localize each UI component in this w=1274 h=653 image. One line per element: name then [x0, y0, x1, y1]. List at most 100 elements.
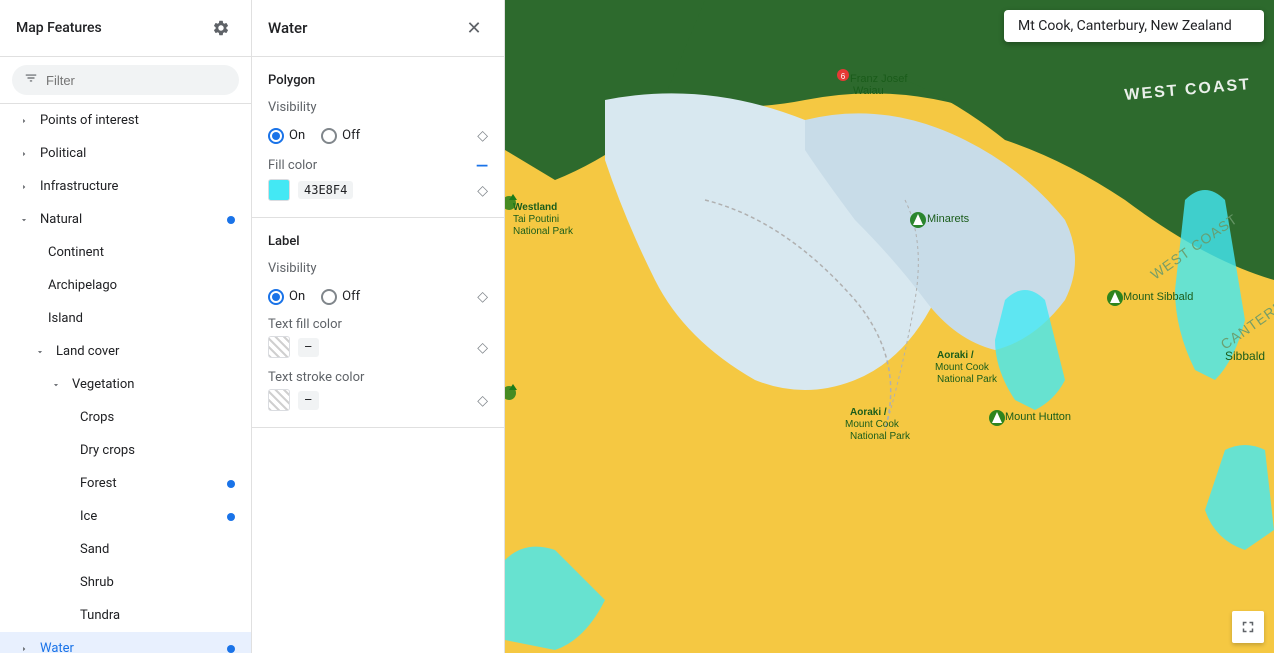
close-button[interactable]: ✕ [460, 14, 488, 42]
sidebar-item-vegetation[interactable]: Vegetation [0, 368, 251, 401]
panel-header: Water ✕ [252, 0, 504, 57]
label-visibility-diamond[interactable]: ◇ [477, 288, 488, 305]
filter-bar [0, 57, 251, 104]
svg-text:Mount Sibbald: Mount Sibbald [1123, 291, 1193, 303]
nav-list: Points of interest Political Infrastructur… [0, 104, 251, 653]
text-fill-color-diamond[interactable]: ◇ [477, 339, 488, 356]
svg-text:National Park: National Park [937, 374, 998, 385]
sidebar-item-continent[interactable]: Continent [0, 236, 251, 269]
panel-title: Water [268, 19, 307, 37]
sidebar-item-points-of-interest[interactable]: Points of interest [0, 104, 251, 137]
sidebar-item-label: Water [40, 641, 74, 653]
sidebar-item-tundra[interactable]: Tundra [0, 599, 251, 632]
svg-text:Mount Cook: Mount Cook [935, 362, 990, 373]
label-visibility-label: Visibility [268, 261, 317, 276]
svg-text:6: 6 [841, 72, 846, 81]
svg-text:Minarets: Minarets [927, 213, 970, 225]
sidebar-item-water[interactable]: Water [0, 632, 251, 653]
polygon-section: Polygon Visibility On Off ◇ Fill color — [252, 57, 504, 218]
fill-color-value: 43E8F4 [298, 181, 353, 199]
modified-dot [227, 513, 235, 521]
fill-color-row[interactable]: 43E8F4 [268, 179, 353, 201]
svg-text:Mount Hutton: Mount Hutton [1005, 411, 1071, 423]
sidebar-item-label: Archipelago [48, 278, 117, 293]
map-search-box: Mt Cook, Canterbury, New Zealand [1004, 10, 1264, 42]
label-section: Label Visibility On Off ◇ Text fill colo… [252, 218, 504, 428]
map-canvas: WEST COAST CANTERBURY WEST COAST CANTERB… [505, 0, 1274, 653]
chevron-right-icon [16, 182, 32, 192]
settings-button[interactable] [207, 14, 235, 42]
label-visibility-row: Visibility [268, 261, 488, 276]
svg-text:Tai Poutini: Tai Poutini [513, 214, 559, 225]
text-stroke-color-diamond[interactable]: ◇ [477, 392, 488, 409]
label-off-radio[interactable] [321, 289, 337, 305]
sidebar-item-archipelago[interactable]: Archipelago [0, 269, 251, 302]
fill-color-diamond[interactable]: ◇ [477, 182, 488, 199]
chevron-down-icon [32, 347, 48, 357]
properties-panel: Water ✕ Polygon Visibility On Off ◇ Fill… [252, 0, 505, 653]
sidebar-item-label: Continent [48, 245, 104, 260]
polygon-on-option[interactable]: On [268, 128, 305, 144]
sidebar-item-label: Ice [80, 509, 97, 524]
sidebar-item-sand[interactable]: Sand [0, 533, 251, 566]
sidebar-item-label: Sand [80, 542, 109, 557]
polygon-visibility-row: Visibility [268, 100, 488, 115]
sidebar-title: Map Features [16, 20, 102, 36]
sidebar-item-natural[interactable]: Natural [0, 203, 251, 236]
filter-input-wrap[interactable] [12, 65, 239, 95]
sidebar-item-land-cover[interactable]: Land cover [0, 335, 251, 368]
chevron-right-icon [16, 116, 32, 126]
text-stroke-color-value: – [298, 391, 319, 410]
fill-color-swatch[interactable] [268, 179, 290, 201]
chevron-down-icon [48, 380, 64, 390]
text-fill-color-row[interactable]: – [268, 336, 319, 358]
label-off-option[interactable]: Off [321, 289, 360, 305]
sidebar-item-shrub[interactable]: Shrub [0, 566, 251, 599]
label-on-radio[interactable] [268, 289, 284, 305]
polygon-visibility-diamond[interactable]: ◇ [477, 127, 488, 144]
chevron-down-icon [16, 215, 32, 225]
filter-icon [24, 71, 38, 89]
map-area[interactable]: WEST COAST CANTERBURY WEST COAST CANTERB… [505, 0, 1274, 653]
polygon-off-radio[interactable] [321, 128, 337, 144]
sidebar-item-political[interactable]: Political [0, 137, 251, 170]
text-fill-color-value: – [298, 338, 319, 357]
sidebar-item-label: Land cover [56, 344, 119, 359]
sidebar-item-dry-crops[interactable]: Dry crops [0, 434, 251, 467]
map-search-text: Mt Cook, Canterbury, New Zealand [1018, 18, 1232, 34]
sidebar-item-label: Forest [80, 476, 117, 491]
label-visibility-options: On Off [268, 289, 360, 305]
modified-dot [227, 216, 235, 224]
sidebar-item-label: Island [48, 311, 83, 326]
sidebar-item-infrastructure[interactable]: Infrastructure [0, 170, 251, 203]
sidebar-item-forest[interactable]: Forest [0, 467, 251, 500]
svg-text:National Park: National Park [513, 226, 574, 237]
polygon-off-option[interactable]: Off [321, 128, 360, 144]
sidebar-item-label: Vegetation [72, 377, 134, 392]
label-on-option[interactable]: On [268, 289, 305, 305]
fill-color-indicator: — [476, 156, 488, 175]
sidebar: Map Features Points of interest Political… [0, 0, 252, 653]
svg-text:Mount Cook: Mount Cook [845, 419, 900, 430]
sidebar-header: Map Features [0, 0, 251, 57]
modified-dot [227, 480, 235, 488]
filter-input[interactable] [46, 73, 227, 88]
svg-text:Franz Josef: Franz Josef [850, 73, 908, 85]
sidebar-item-ice[interactable]: Ice [0, 500, 251, 533]
sidebar-item-crops[interactable]: Crops [0, 401, 251, 434]
svg-text:Aoraki /: Aoraki / [937, 350, 974, 361]
fill-color-label: Fill color [268, 158, 317, 173]
map-expand-button[interactable] [1232, 611, 1264, 643]
text-fill-color-label: Text fill color [268, 317, 342, 332]
sidebar-item-label: Natural [40, 212, 82, 227]
svg-text:Waiau: Waiau [853, 85, 884, 97]
sidebar-item-island[interactable]: Island [0, 302, 251, 335]
polygon-visibility-options: On Off [268, 128, 360, 144]
text-stroke-color-swatch[interactable] [268, 389, 290, 411]
sidebar-item-label: Political [40, 146, 86, 161]
text-fill-color-swatch[interactable] [268, 336, 290, 358]
polygon-on-radio[interactable] [268, 128, 284, 144]
svg-text:Westland: Westland [513, 202, 557, 213]
text-stroke-color-row[interactable]: – [268, 389, 319, 411]
modified-dot [227, 645, 235, 653]
